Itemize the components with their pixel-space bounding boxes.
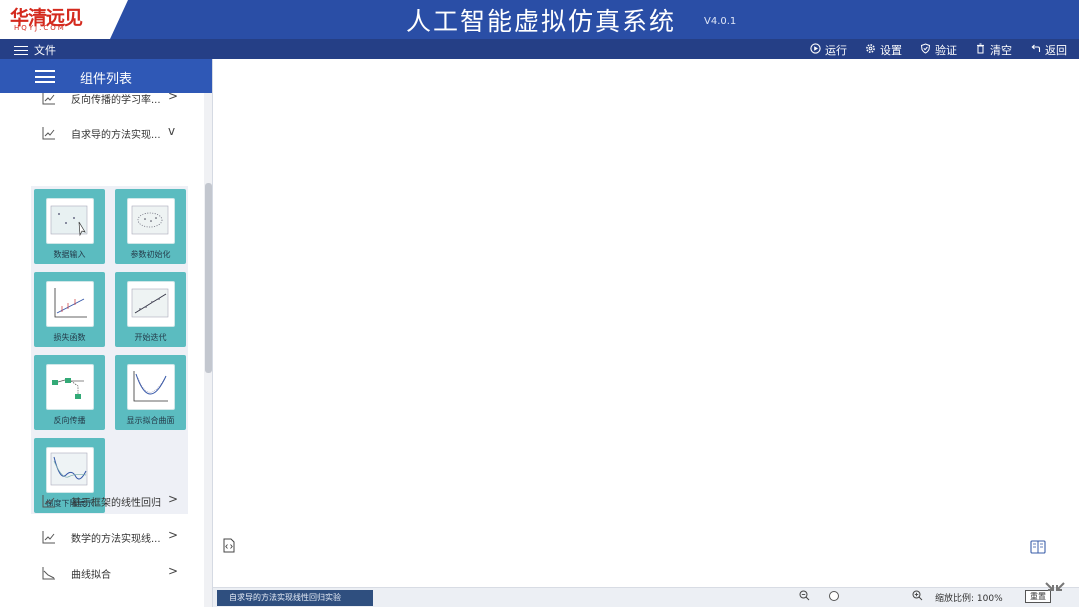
card-label: 参数初始化 <box>130 250 171 259</box>
chevron-down-icon: v <box>168 124 176 138</box>
component-grid: 数据输入 参数初始化 损失函数 开始迭代 反向传播 显示拟合曲面 梯度下降展示 <box>31 186 188 514</box>
run-label: 运行 <box>825 44 847 57</box>
iteration-thumbnail-icon <box>127 281 175 327</box>
zoom-in-icon[interactable] <box>912 590 923 604</box>
title-bar: 华清远见 HQYJ.COM 人工智能虚拟仿真系统 V4.0.1 <box>0 0 1079 39</box>
back-button[interactable]: 返回 <box>1030 42 1067 58</box>
chart-icon <box>42 127 55 140</box>
category-label: 曲线拟合 <box>71 570 111 581</box>
app-window: 华清远见 HQYJ.COM 人工智能虚拟仿真系统 V4.0.1 文件 运行 设置 <box>0 0 1079 607</box>
chevron-right-icon: > <box>168 492 179 506</box>
card-label: 数据输入 <box>53 250 86 259</box>
shield-icon <box>920 42 931 58</box>
settings-button[interactable]: 设置 <box>865 42 902 58</box>
component-card[interactable]: 显示拟合曲面 <box>115 355 186 430</box>
category-item[interactable]: 曲线拟合 > <box>0 560 204 586</box>
sidebar-header: 组件列表 <box>0 59 212 93</box>
category-label: 数学的方法实现线... <box>71 534 161 545</box>
code-file-icon[interactable] <box>222 538 236 553</box>
component-card[interactable]: 数据输入 <box>34 189 105 264</box>
book-icon[interactable] <box>1030 540 1046 554</box>
loss-function-thumbnail-icon <box>46 281 94 327</box>
logo-subtext: HQYJ.COM <box>14 24 66 32</box>
chart-icon <box>42 531 55 544</box>
component-card[interactable]: 损失函数 <box>34 272 105 347</box>
file-menu-label: 文件 <box>34 44 56 57</box>
backprop-thumbnail-icon <box>46 364 94 410</box>
toolbar: 运行 设置 验证 清空 返回 <box>810 42 1067 58</box>
component-card[interactable]: 开始迭代 <box>115 272 186 347</box>
zoom-out-icon[interactable] <box>799 590 810 604</box>
category-item[interactable]: 数学的方法实现线... > <box>0 524 204 550</box>
workspace-canvas[interactable] <box>213 59 1079 587</box>
category-item[interactable]: 反向传播的学习率... > <box>0 93 204 111</box>
return-icon <box>1030 43 1041 58</box>
file-menu[interactable]: 文件 <box>14 42 56 58</box>
component-card[interactable]: 参数初始化 <box>115 189 186 264</box>
app-title: 人工智能虚拟仿真系统 <box>406 7 677 36</box>
chart-icon <box>42 495 55 508</box>
card-label: 开始迭代 <box>134 333 167 342</box>
card-label: 损失函数 <box>53 333 86 342</box>
sidebar-toggle-icon[interactable] <box>35 70 55 83</box>
logo: 华清远见 HQYJ.COM <box>0 0 128 39</box>
clear-label: 清空 <box>990 44 1012 57</box>
sidebar-scrollbar[interactable] <box>204 93 212 607</box>
back-label: 返回 <box>1045 44 1067 57</box>
status-bar: 自求导的方法实现线性回归实验 缩放比例: 100% 重置 <box>213 587 1079 607</box>
menu-bar: 文件 运行 设置 验证 清空 返回 <box>0 39 1079 59</box>
component-list: 反向传播的学习率... > 自求导的方法实现... v 数据输入 参数初始化 损… <box>0 93 204 607</box>
menu-icon <box>14 45 28 55</box>
card-label: 显示拟合曲面 <box>126 416 175 425</box>
area-chart-icon <box>42 567 55 580</box>
sidebar-title: 组件列表 <box>80 72 133 87</box>
trash-icon <box>975 43 986 58</box>
chevron-right-icon: > <box>168 528 179 542</box>
zoom-level: 缩放比例: 100% <box>935 594 1003 604</box>
category-label: 自求导的方法实现... <box>71 130 161 141</box>
chevron-right-icon: > <box>168 564 179 578</box>
collapse-arrows-icon[interactable] <box>1043 580 1067 604</box>
zoom-slider-handle[interactable] <box>829 591 839 601</box>
category-label: 反向传播的学习率... <box>71 95 161 106</box>
curve-thumbnail-icon <box>127 364 175 410</box>
play-circle-icon <box>810 42 821 58</box>
category-item[interactable]: 自求导的方法实现... v <box>0 120 204 146</box>
component-sidebar: 组件列表 反向传播的学习率... > 自求导的方法实现... v 数据输入 参数… <box>0 59 213 607</box>
scrollbar-thumb[interactable] <box>205 183 212 373</box>
run-button[interactable]: 运行 <box>810 42 847 58</box>
chevron-right-icon: > <box>168 93 179 103</box>
gradient-descent-thumbnail-icon <box>46 447 94 493</box>
chart-icon <box>42 93 55 105</box>
category-label: 基于框架的线性回归 <box>71 498 161 509</box>
category-item[interactable]: 基于框架的线性回归 > <box>0 488 204 514</box>
gear-icon <box>865 43 876 58</box>
clear-button[interactable]: 清空 <box>975 42 1012 58</box>
app-version: V4.0.1 <box>704 16 737 27</box>
card-label: 反向传播 <box>53 416 86 425</box>
verify-label: 验证 <box>935 44 957 57</box>
verify-button[interactable]: 验证 <box>920 42 957 58</box>
scatter-cloud-thumbnail-icon <box>127 198 175 244</box>
component-card[interactable]: 反向传播 <box>34 355 105 430</box>
experiment-tab[interactable]: 自求导的方法实现线性回归实验 <box>217 590 373 606</box>
scatter-thumbnail-icon <box>46 198 94 244</box>
settings-label: 设置 <box>880 44 902 57</box>
